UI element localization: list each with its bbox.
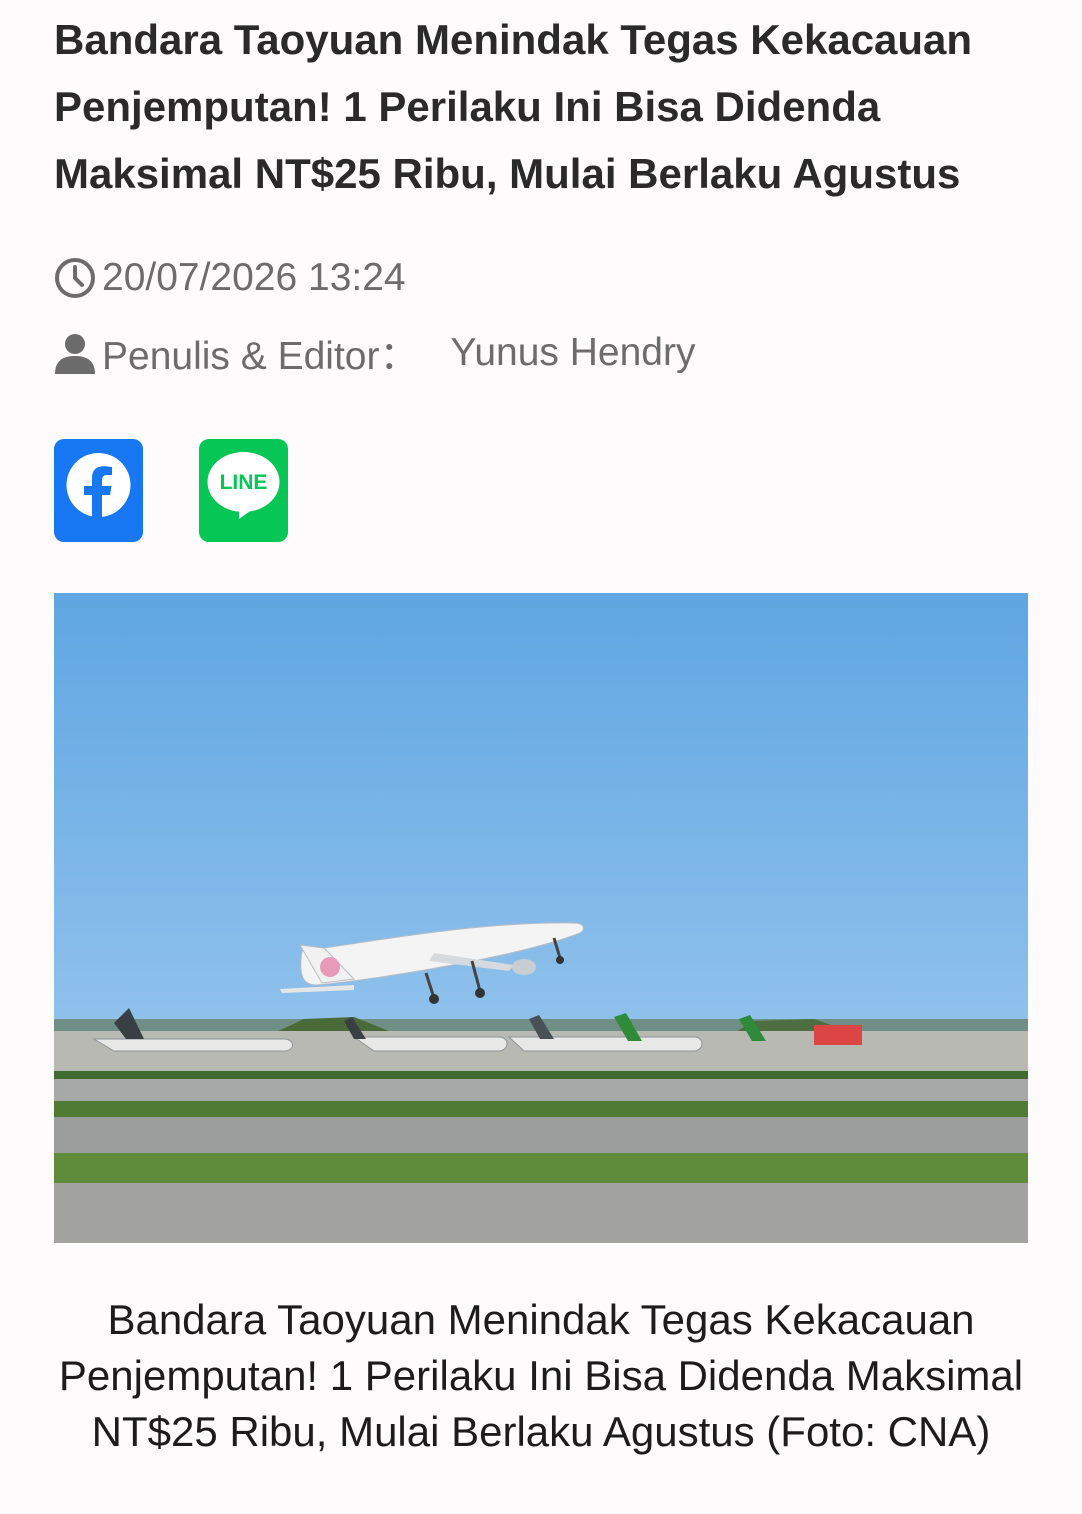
- publish-date: 20/07/2026 13:24: [102, 256, 406, 299]
- article-photo: [54, 593, 1028, 1243]
- line-share-button[interactable]: LINE: [199, 439, 288, 542]
- publish-date-row: 20/07/2026 13:24: [54, 254, 406, 302]
- person-icon: [55, 334, 95, 374]
- photo-caption: Bandara Taoyuan Menindak Tegas Kekacauan…: [58, 1296, 1024, 1455]
- facebook-share-button[interactable]: [54, 439, 143, 542]
- author-row: Penulis & Editor： Yunus Hendry: [54, 328, 695, 378]
- clock-icon: [55, 258, 95, 298]
- author-label: Penulis & Editor：: [102, 335, 419, 378]
- facebook-icon: [66, 453, 131, 517]
- author-name[interactable]: Yunus Hendry: [450, 331, 695, 375]
- article-title: Bandara Taoyuan Menindak Tegas Kekacauan…: [54, 16, 973, 197]
- line-icon-text: LINE: [220, 471, 268, 494]
